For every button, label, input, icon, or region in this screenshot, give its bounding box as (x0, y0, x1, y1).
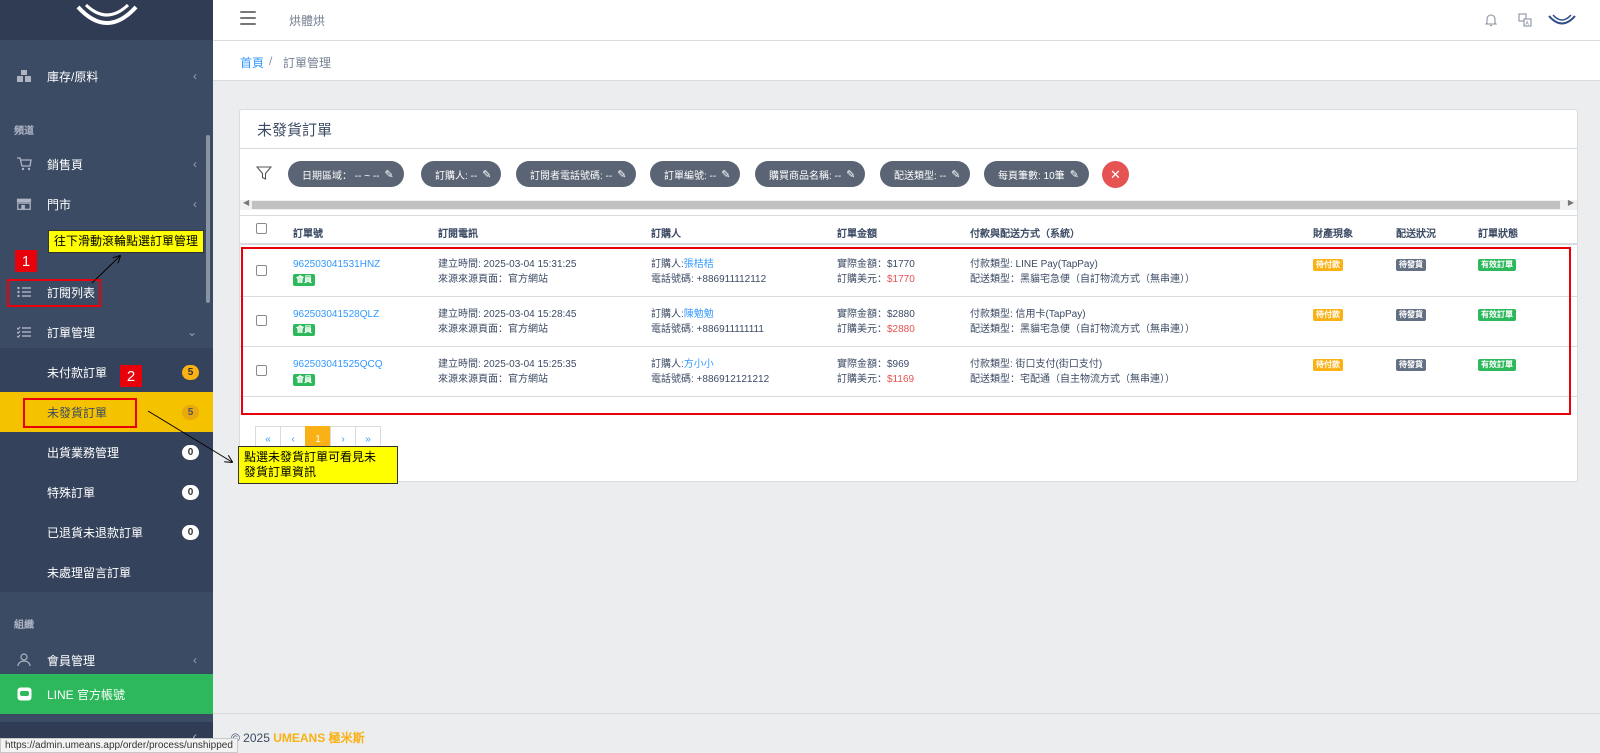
highlight-order-list (7, 279, 101, 307)
sidebar-item-label: LINE 官方帳號 (47, 687, 126, 702)
count-badge: 0 (182, 444, 199, 460)
filter-bar: 日期區域： -- ~ -- ✎ 訂購人: -- ✎ 訂閱者電話號碼: -- ✎ 訂單編… (240, 158, 1577, 188)
brand-logo[interactable] (0, 0, 213, 40)
breadcrumb: 首頁 / 訂單管理 (213, 41, 1600, 81)
count-badge: 5 (182, 364, 199, 380)
sidebar-scrollbar[interactable] (206, 135, 210, 303)
clear-filters-button[interactable]: ✕ (1102, 161, 1129, 188)
count-badge: 0 (182, 484, 199, 500)
pencil-icon: ✎ (951, 168, 961, 181)
translate-icon[interactable]: A (1515, 10, 1535, 30)
column-header: 訂閱電訊 (438, 229, 478, 240)
count-badge: 5 (182, 404, 199, 420)
sidebar-item-label: 會員管理 (47, 653, 96, 668)
sidebar-item-returned-unrefunded[interactable]: 已退貨未退款訂單 0 (0, 512, 213, 552)
filter-chip-product-name[interactable]: 購買商品名稱: -- ✎ (755, 161, 866, 187)
page-footer: © 2025 UMEANS 極米斯 (213, 713, 1600, 753)
chevron-down-icon: ⌄ (186, 325, 197, 339)
column-header: 訂單金額 (837, 229, 877, 240)
sidebar-item-label: 出貨業務管理 (47, 445, 120, 460)
cart-icon (16, 156, 32, 172)
filter-chip-buyer[interactable]: 訂購人: -- ✎ (421, 161, 502, 187)
chevron-left-icon: ‹ (193, 157, 197, 171)
highlight-orders-table (241, 247, 1571, 415)
highlight-unshipped-orders (23, 398, 137, 428)
filter-icon[interactable] (255, 165, 273, 181)
sidebar-item-label: 訂單管理 (47, 325, 96, 340)
footer-brand-cn[interactable]: 極米斯 (329, 731, 365, 745)
chevron-left-icon: ‹ (193, 197, 197, 211)
filter-chip-page-size[interactable]: 每頁筆數: 10筆 ✎ (984, 161, 1089, 187)
sidebar-item-label: 特殊訂單 (47, 485, 96, 500)
sidebar-item-label: 已退貨未退款訂單 (47, 525, 144, 540)
chevron-left-icon: ‹ (193, 653, 197, 667)
boxes-icon (16, 68, 32, 84)
sidebar-item-store[interactable]: 門市 ‹ (0, 184, 213, 224)
scroll-left-icon[interactable]: ◀ (243, 198, 249, 207)
sidebar-item-label: 未付款訂單 (47, 365, 108, 380)
pencil-icon: ✎ (721, 168, 731, 181)
user-icon (16, 652, 32, 668)
column-header: 訂購人 (651, 229, 681, 240)
horizontal-scrollbar[interactable]: ◀ ▶ (240, 198, 1577, 210)
app-name: 烘體烘 (289, 14, 326, 28)
step-2-marker: 2 (120, 365, 142, 387)
section-title-organization: 組織 (14, 620, 34, 631)
select-all-checkbox[interactable] (256, 223, 267, 234)
annotation-note-scroll: 往下滑動滾輪點選訂單管理 (48, 230, 205, 253)
store-icon (16, 196, 32, 212)
section-title-channels: 頻道 (14, 126, 34, 137)
browser-status-url: https://admin.umeans.app/order/process/u… (0, 738, 238, 753)
footer-text: © 2025 UMEANS 極米斯 (231, 731, 365, 745)
sidebar-item-sales-page[interactable]: 銷售頁 ‹ (0, 144, 213, 184)
column-header[interactable]: 訂單號 (293, 225, 323, 240)
card-title: 未發貨訂單 (240, 110, 1577, 149)
sidebar: 庫存/原料 ‹ 頻道 銷售頁 ‹ 門市 ‹ 訂閱列表 訂單管理 ⌄ 未付款訂單 … (0, 0, 213, 753)
line-icon (16, 686, 32, 702)
step-1-marker: 1 (15, 250, 37, 272)
top-header: 烘體烘 A (213, 0, 1600, 41)
sidebar-item-order-management[interactable]: 訂單管理 ⌄ (0, 312, 213, 352)
bell-icon[interactable] (1481, 10, 1501, 30)
column-header: 訂單狀態 (1478, 229, 1518, 240)
pencil-icon: ✎ (617, 168, 627, 181)
chevron-left-icon: ‹ (193, 69, 197, 83)
sidebar-item-shipping-management[interactable]: 出貨業務管理 0 (0, 432, 213, 472)
filter-chip-phone[interactable]: 訂閱者電話號碼: -- ✎ (516, 161, 637, 187)
breadcrumb-separator: / (269, 54, 273, 68)
sidebar-item-inventory[interactable]: 庫存/原料 ‹ (0, 56, 213, 96)
breadcrumb-home-link[interactable]: 首頁 (240, 54, 264, 71)
filter-chip-date-range[interactable]: 日期區域： -- ~ -- ✎ (288, 161, 404, 187)
scrollbar-thumb[interactable] (252, 201, 1560, 209)
annotation-note-unshipped: 點選未發貨訂單可看見未 發貨訂單資訊 (238, 446, 398, 484)
column-header: 財產現象 (1313, 229, 1353, 240)
avatar[interactable] (1545, 10, 1579, 30)
column-header: 配送狀況 (1396, 229, 1436, 240)
column-header: 付款與配送方式（系統） (970, 229, 1080, 240)
sidebar-item-line-official[interactable]: LINE 官方帳號 (0, 674, 213, 714)
sidebar-item-label: 未處理留言訂單 (47, 565, 132, 580)
scroll-right-icon[interactable]: ▶ (1568, 198, 1574, 207)
pencil-icon: ✎ (384, 168, 394, 181)
count-badge: 0 (182, 524, 199, 540)
filter-chip-shipping-type[interactable]: 配送類型: -- ✎ (880, 161, 971, 187)
sidebar-item-label: 銷售頁 (47, 157, 84, 172)
sidebar-item-unhandled-messages[interactable]: 未處理留言訂單 (0, 552, 213, 592)
footer-brand[interactable]: UMEANS (273, 731, 325, 745)
breadcrumb-current: 訂單管理 (283, 56, 332, 70)
pencil-icon: ✎ (1069, 168, 1079, 181)
menu-toggle-icon[interactable] (240, 11, 256, 25)
pencil-icon: ✎ (846, 168, 856, 181)
sidebar-item-special-orders[interactable]: 特殊訂單 0 (0, 472, 213, 512)
sidebar-item-label: 庫存/原料 (47, 69, 99, 84)
logo-icon (76, 3, 137, 25)
table-header: 訂單號 訂閱電訊 訂購人 訂單金額 付款與配送方式（系統） 財產現象 配送狀況 … (240, 215, 1577, 245)
sidebar-item-label: 門市 (47, 197, 72, 212)
pencil-icon: ✎ (482, 168, 492, 181)
filter-chip-order-number[interactable]: 訂單編號: -- ✎ (650, 161, 741, 187)
sidebar-item-unpaid-orders[interactable]: 未付款訂單 5 (0, 352, 213, 392)
task-list-icon (16, 324, 32, 340)
